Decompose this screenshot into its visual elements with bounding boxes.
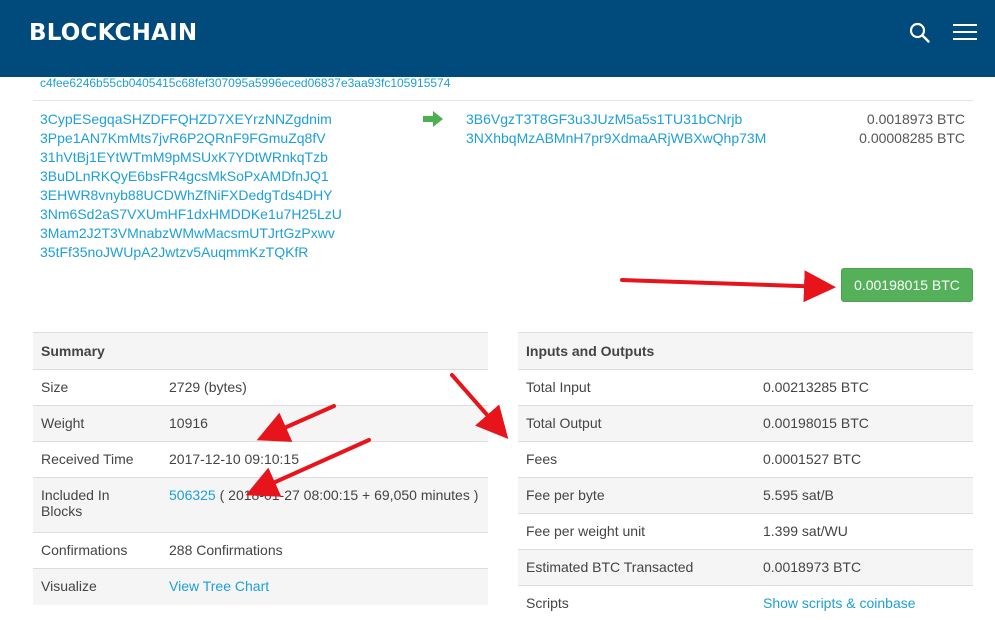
top-navbar: BLOCKCHAIN [0,0,995,77]
output-address-link[interactable]: 3B6VgzT3T8GF3u3JUzM5a5s1TU31bCNrjb [466,110,766,129]
size-label: Size [33,369,161,406]
weight-label: Weight [33,405,161,442]
hamburger-menu-icon[interactable] [953,24,977,42]
input-address-link[interactable]: 3CypESegqaSHZDFFQHZD7XEYrzNNZgdnim [40,110,342,129]
input-address-link[interactable]: 3BuDLnRKQyE6bsFR4gcsMkSoPxAMDfnJQ1 [40,167,342,186]
input-address-link[interactable]: 3Mam2J2T3VMnabzWMwMacsmUTJrtGzPxwv [40,224,342,243]
output-amount: 0.0018973 BTC [866,111,965,127]
output-address-list: 3B6VgzT3T8GF3u3JUzM5a5s1TU31bCNrjb 3NXhb… [466,110,766,148]
block-height-link[interactable]: 506325 [169,487,216,503]
summary-title: Summary [33,332,488,370]
input-address-link[interactable]: 3Nm6Sd2aS7VXUmHF1dxHMDDKe1u7H25LzU [40,205,342,224]
estimated-btc-value: 0.0018973 BTC [755,549,973,586]
divider [33,100,973,101]
search-icon[interactable] [909,22,931,44]
show-scripts-link[interactable]: Show scripts & coinbase [763,595,916,611]
total-input-label: Total Input [518,369,755,406]
input-address-link[interactable]: 3Ppe1AN7KmMts7jvR6P2QRnF9FGmuZq8fV [40,129,342,148]
scripts-value: Show scripts & coinbase [755,585,973,620]
visualize-label: Visualize [33,568,161,605]
block-time-text: ( 2018-01-27 08:00:15 + 69,050 minutes ) [215,487,479,503]
transaction-hash[interactable]: c4fee6246b55cb0405415c68fef307095a5996ec… [40,76,450,90]
fees-label: Fees [518,441,755,478]
output-amount-list: 0.0018973 BTC 0.00008285 BTC [859,110,965,148]
summary-table: Summary Size 2729 (bytes) Weight 10916 Rec… [33,332,488,605]
view-tree-chart-link[interactable]: View Tree Chart [169,578,269,594]
included-in-blocks-label: Included In Blocks [33,477,161,533]
fee-per-byte-label: Fee per byte [518,477,755,514]
fees-value: 0.0001527 BTC [755,441,973,478]
fee-per-weight-unit-value: 1.399 sat/WU [755,513,973,550]
total-input-value: 0.00213285 BTC [755,369,973,406]
input-address-link[interactable]: 3EHWR8vnyb88UCDWhZfNiFXDedgTds4DHY [40,186,342,205]
weight-value: 10916 [161,405,488,442]
arrow-right-icon [423,111,443,127]
output-address-link[interactable]: 3NXhbqMzABMnH7pr9XdmaARjWBXwQhp73M [466,129,766,148]
total-output-label: Total Output [518,405,755,442]
scripts-label: Scripts [518,585,755,620]
included-in-blocks-value: 506325 ( 2018-01-27 08:00:15 + 69,050 mi… [161,477,488,533]
fee-per-byte-value: 5.595 sat/B [755,477,973,514]
inputs-outputs-table: Inputs and Outputs Total Input 0.00213285… [518,332,973,620]
total-output-button[interactable]: 0.00198015 BTC [841,268,973,302]
brand-logo[interactable]: BLOCKCHAIN [29,20,197,46]
input-address-list: 3CypESegqaSHZDFFQHZD7XEYrzNNZgdnim 3Ppe1… [40,110,342,262]
confirmations-label: Confirmations [33,532,161,569]
annotation-arrow [620,270,836,303]
received-time-value: 2017-12-10 09:10:15 [161,441,488,478]
input-address-link[interactable]: 35tFf35noJWUpA2Jwtzv5AuqmmKzTQKfR [40,243,342,262]
output-amount: 0.00008285 BTC [859,130,965,146]
confirmations-value: 288 Confirmations [161,532,488,569]
input-address-link[interactable]: 31hVtBj1EYtWTmM9pMSUxK7YDtWRnkqTzb [40,148,342,167]
received-time-label: Received Time [33,441,161,478]
visualize-value: View Tree Chart [161,568,488,605]
size-value: 2729 (bytes) [161,369,488,406]
estimated-btc-label: Estimated BTC Transacted [518,549,755,586]
total-output-value: 0.00198015 BTC [755,405,973,442]
fee-per-weight-unit-label: Fee per weight unit [518,513,755,550]
io-title: Inputs and Outputs [518,332,973,370]
